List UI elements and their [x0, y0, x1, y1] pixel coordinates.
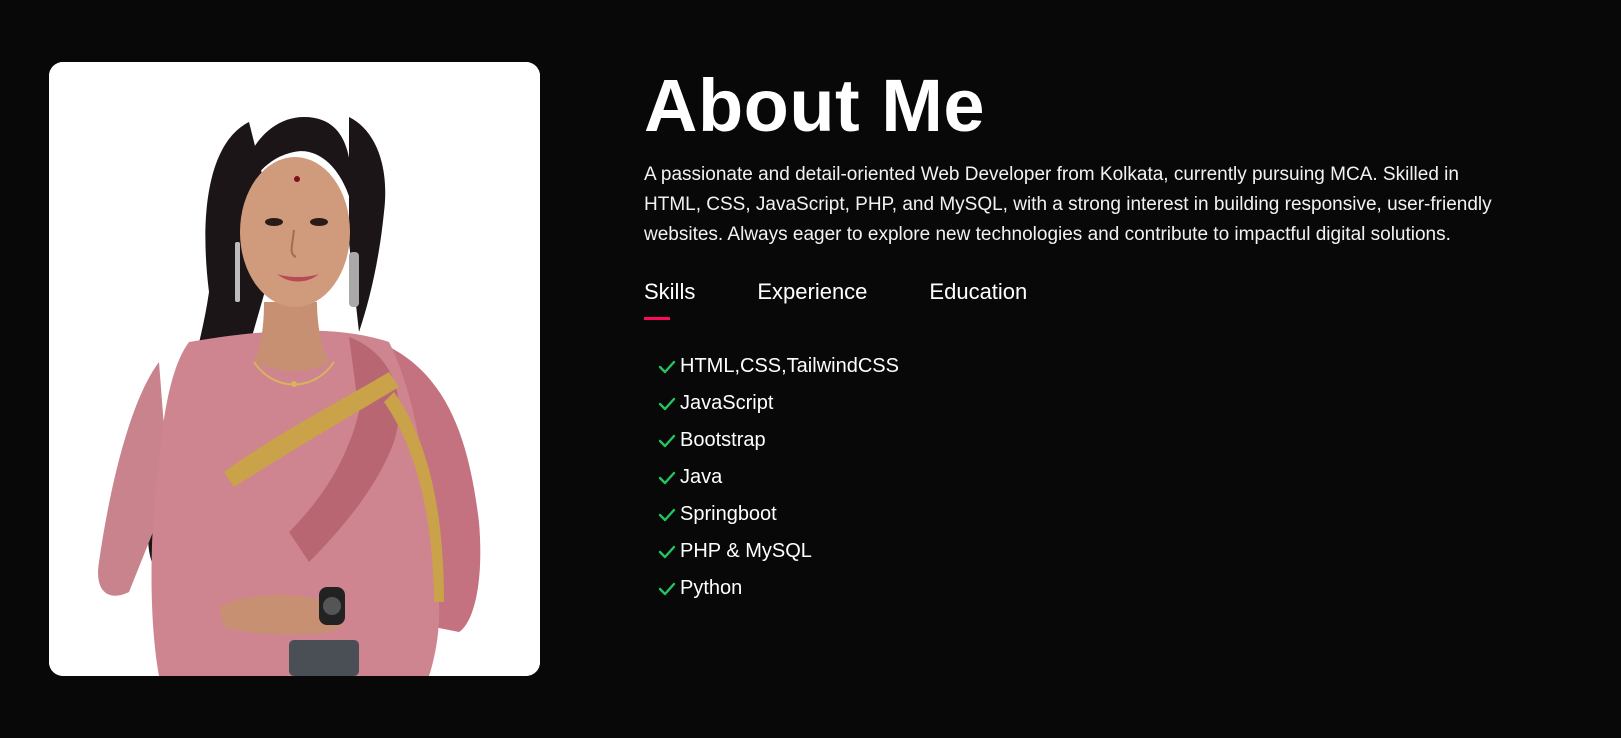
list-item: HTML,CSS,TailwindCSS: [658, 348, 1524, 385]
skill-label: HTML,CSS,TailwindCSS: [680, 355, 899, 377]
skill-label: Bootstrap: [680, 429, 766, 451]
tab-skills[interactable]: Skills: [644, 276, 695, 320]
skill-label: PHP & MySQL: [680, 540, 812, 562]
profile-photo: [49, 62, 540, 676]
about-content: About Me A passionate and detail-oriente…: [644, 62, 1524, 607]
skills-list: HTML,CSS,TailwindCSS JavaScript Bootstra…: [658, 348, 1524, 607]
list-item: Java: [658, 459, 1524, 496]
skill-label: Springboot: [680, 503, 777, 525]
skill-label: Python: [680, 577, 743, 599]
tab-bar: Skills Experience Education: [644, 276, 1524, 320]
check-icon: [658, 434, 676, 447]
list-item: JavaScript: [658, 385, 1524, 422]
about-section: About Me A passionate and detail-oriente…: [0, 0, 1621, 738]
check-icon: [658, 471, 676, 484]
list-item: Bootstrap: [658, 422, 1524, 459]
list-item: Springboot: [658, 496, 1524, 533]
page-title: About Me: [644, 64, 986, 147]
tab-education[interactable]: Education: [929, 276, 1027, 320]
list-item: Python: [658, 570, 1524, 607]
tab-experience[interactable]: Experience: [757, 276, 867, 320]
skill-label: JavaScript: [680, 392, 774, 414]
portrait-illustration: [49, 62, 540, 676]
check-icon: [658, 508, 676, 521]
check-icon: [658, 360, 676, 373]
list-item: PHP & MySQL: [658, 533, 1524, 570]
skill-label: Java: [680, 466, 723, 488]
check-icon: [658, 582, 676, 595]
check-icon: [658, 545, 676, 558]
check-icon: [658, 397, 676, 410]
bio-text: A passionate and detail-oriented Web Dev…: [644, 164, 1492, 245]
